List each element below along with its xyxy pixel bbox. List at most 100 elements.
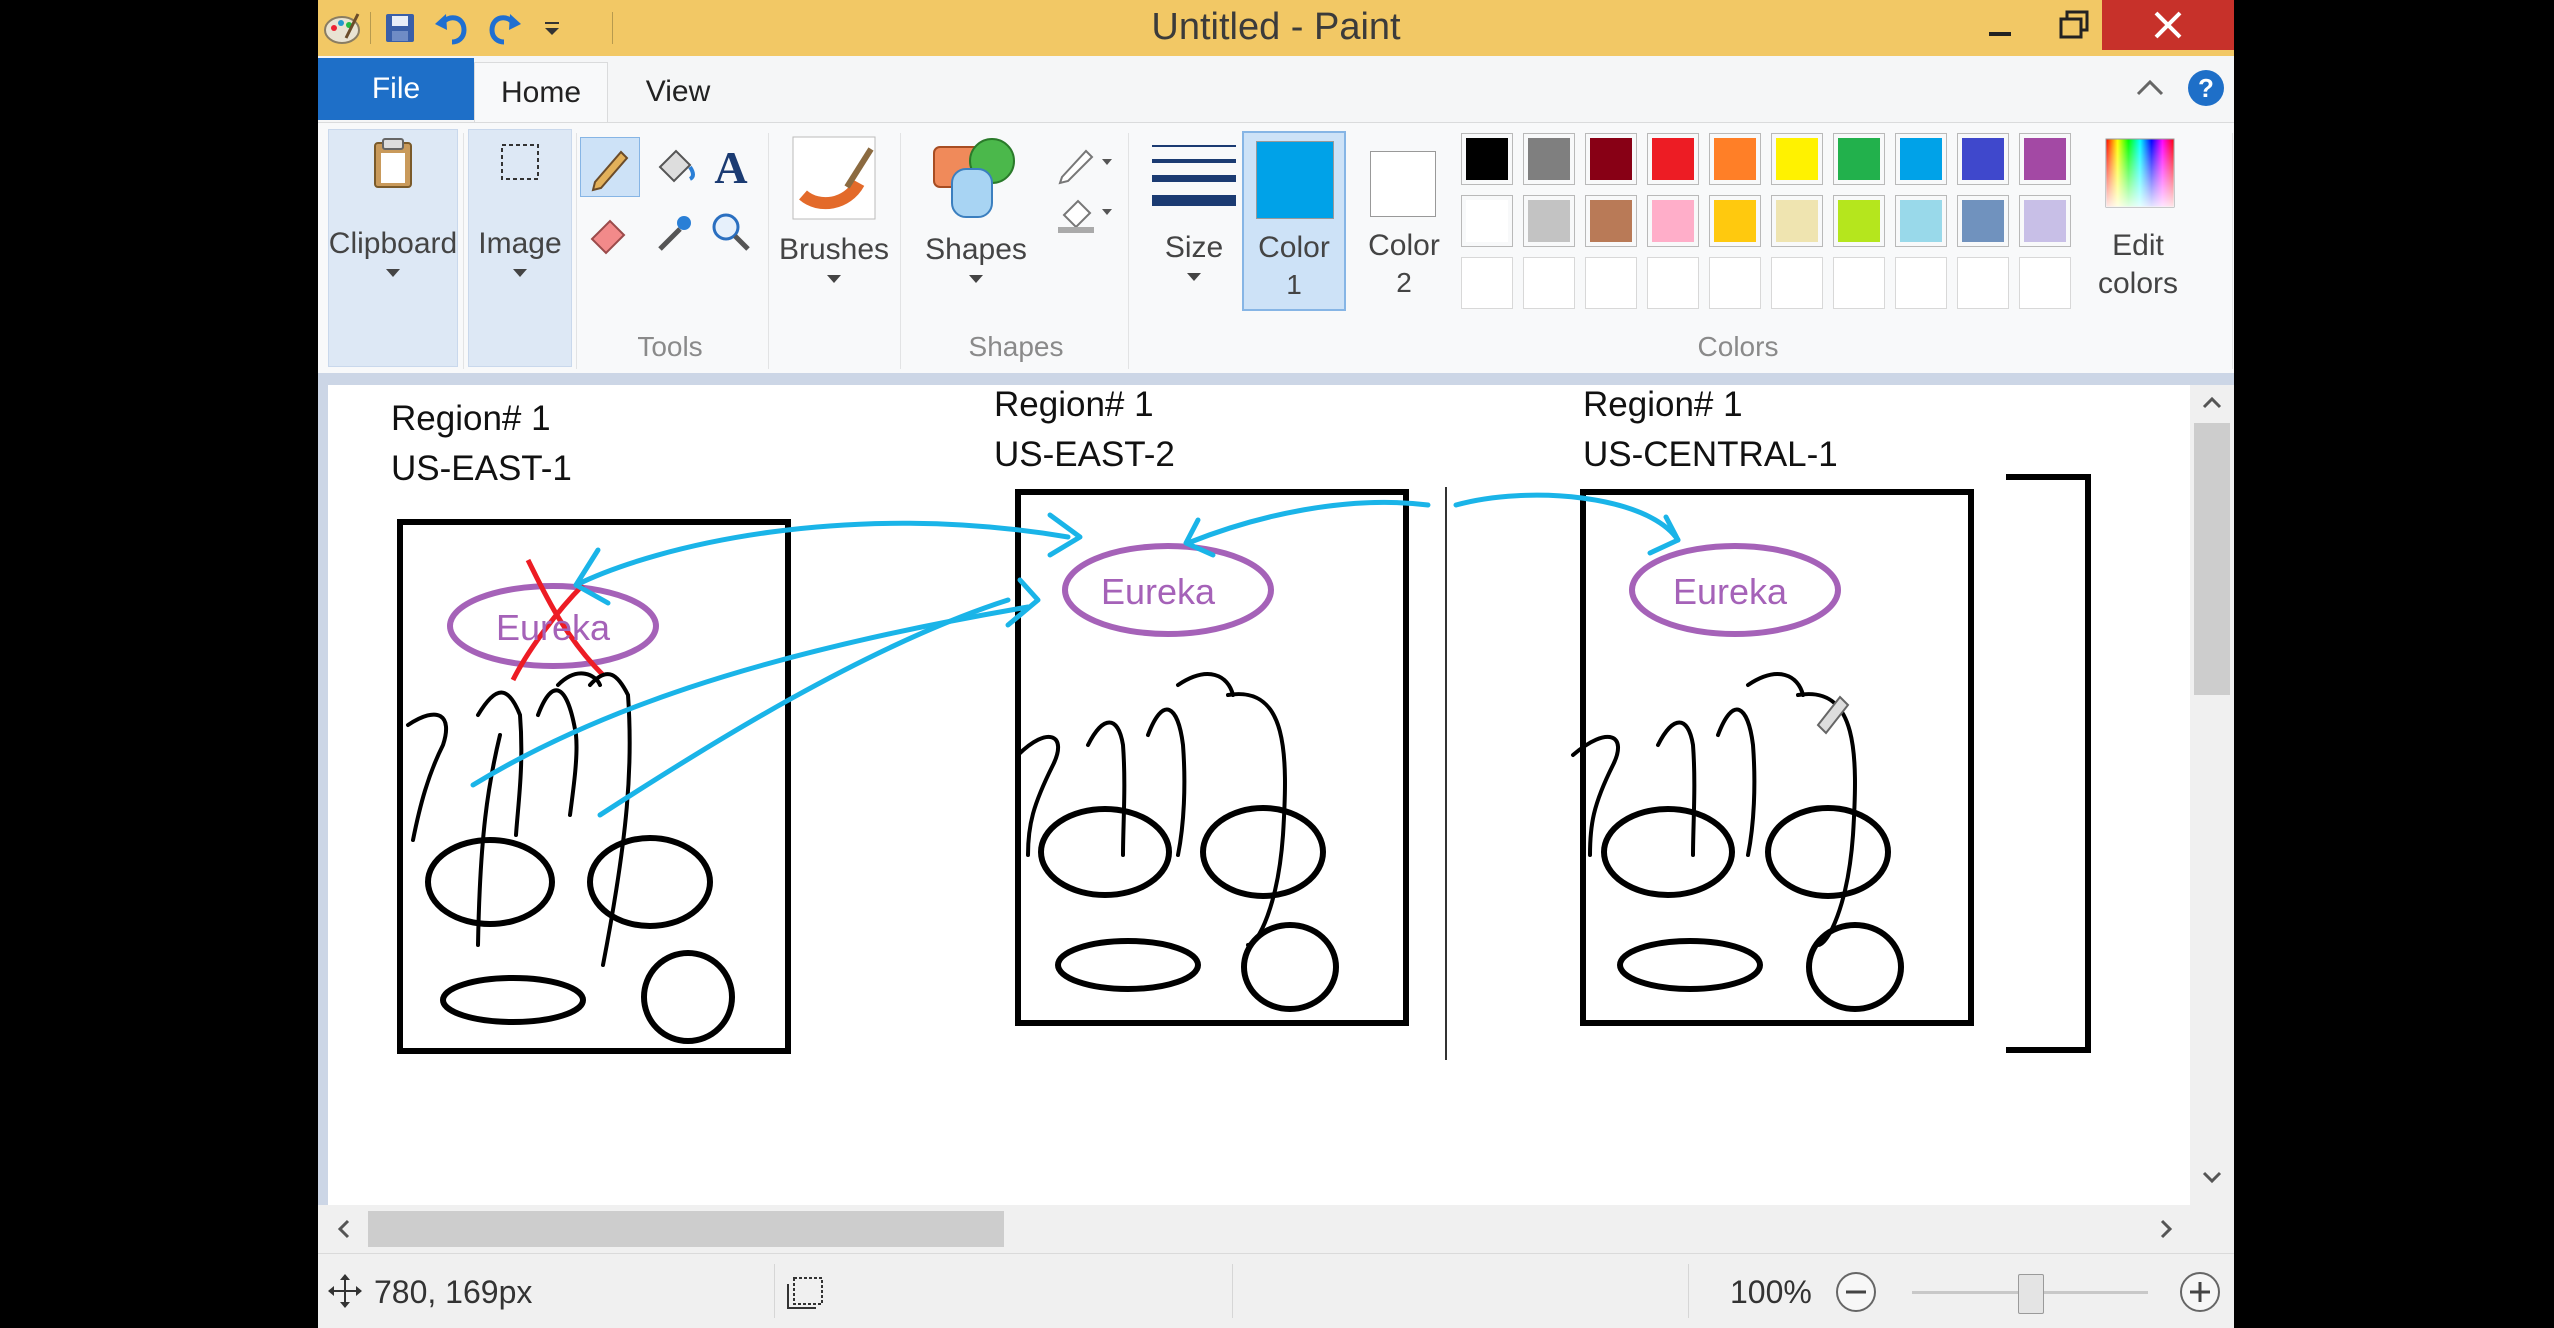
palette-swatch[interactable] — [1647, 133, 1699, 185]
palette-swatch[interactable] — [1833, 195, 1885, 247]
palette-empty-swatch[interactable] — [1895, 257, 1947, 309]
collapse-ribbon-icon[interactable] — [2132, 70, 2168, 111]
palette-swatch[interactable] — [1461, 133, 1513, 185]
edit-colors-label: Edit — [2112, 229, 2164, 262]
palette-empty-swatch[interactable] — [1585, 257, 1637, 309]
cursor-position: 780, 169px — [374, 1274, 533, 1310]
palette-swatch[interactable] — [1709, 133, 1761, 185]
service-oval — [1601, 806, 1735, 898]
fill-shape-button[interactable] — [1054, 191, 1114, 235]
text-tool[interactable]: A — [702, 137, 760, 195]
palette-swatch[interactable] — [1523, 195, 1575, 247]
scroll-down-icon[interactable] — [2200, 1165, 2224, 1189]
palette-swatch[interactable] — [2019, 133, 2071, 185]
service-oval — [1200, 805, 1326, 899]
palette-empty-swatch[interactable] — [1771, 257, 1823, 309]
swatch-fill — [1466, 138, 1508, 180]
scroll-left-icon[interactable] — [332, 1217, 356, 1241]
title-bar: Untitled - Paint — [318, 0, 2234, 56]
palette-swatch[interactable] — [1771, 195, 1823, 247]
scroll-corner — [2190, 1205, 2234, 1253]
horizontal-scroll-thumb[interactable] — [368, 1211, 1004, 1247]
palette-swatch[interactable] — [1585, 195, 1637, 247]
region2-zone: US-EAST-2 — [994, 435, 1175, 474]
palette-swatch[interactable] — [1461, 195, 1513, 247]
swatch-fill — [1962, 200, 2004, 242]
brushes-button[interactable]: Brushes — [774, 133, 894, 283]
scroll-right-icon[interactable] — [2154, 1217, 2178, 1241]
close-button[interactable] — [2102, 0, 2234, 50]
outline-button[interactable] — [1054, 141, 1114, 185]
eraser-tool[interactable] — [580, 203, 638, 261]
ink-stroke — [1086, 720, 1127, 857]
minimize-button[interactable] — [1964, 0, 2036, 50]
line-size-icon — [1152, 145, 1236, 206]
chevron-down-icon — [386, 269, 400, 277]
pencil-icon — [591, 150, 629, 192]
palette-empty-swatch[interactable] — [1523, 257, 1575, 309]
maximize-button[interactable] — [2038, 0, 2110, 50]
horizontal-scrollbar[interactable] — [318, 1205, 2190, 1253]
vertical-scrollbar[interactable] — [2190, 385, 2234, 1205]
color1-button[interactable]: Color 1 — [1242, 131, 1346, 311]
swatch-fill — [1714, 138, 1756, 180]
drawing-canvas[interactable]: Region# 1 US-EAST-1 Region# 1 US-EAST-2 … — [328, 385, 2190, 1205]
ink-stroke — [1176, 672, 1235, 697]
fill-tool[interactable] — [646, 137, 704, 195]
vertical-scroll-thumb[interactable] — [2194, 423, 2230, 695]
palette-swatch[interactable] — [1957, 195, 2009, 247]
region2-title: Region# 1 — [994, 385, 1154, 424]
swatch-fill — [1900, 138, 1942, 180]
ribbon-home: Clipboard Image A Tools Brushes Shapes S… — [318, 122, 2234, 374]
zoom-out-icon[interactable] — [1834, 1270, 1878, 1314]
palette-empty-swatch[interactable] — [1709, 257, 1761, 309]
color2-number: 2 — [1396, 267, 1412, 298]
magnifier-tool[interactable] — [702, 203, 760, 261]
replication-arrow — [1453, 492, 1681, 543]
palette-swatch[interactable] — [1895, 133, 1947, 185]
tab-home[interactable]: Home — [474, 62, 608, 123]
group-separator — [2232, 133, 2233, 369]
palette-swatch[interactable] — [1957, 133, 2009, 185]
shapes-button[interactable]: Shapes — [906, 133, 1046, 283]
palette-swatch[interactable] — [1833, 133, 1885, 185]
palette-swatch[interactable] — [2019, 195, 2071, 247]
palette-empty-swatch[interactable] — [1957, 257, 2009, 309]
edit-colors-label-2: colors — [2097, 267, 2179, 300]
service-oval — [1055, 938, 1201, 992]
image-button[interactable]: Image — [468, 135, 572, 277]
palette-swatch[interactable] — [1523, 133, 1575, 185]
palette-swatch[interactable] — [1585, 133, 1637, 185]
color2-button[interactable]: Color 2 — [1354, 131, 1454, 311]
palette-swatch[interactable] — [1895, 195, 1947, 247]
tab-file[interactable]: File — [318, 58, 474, 120]
svg-text:A: A — [714, 142, 747, 193]
clipboard-button[interactable]: Clipboard — [328, 135, 458, 277]
scroll-up-icon[interactable] — [2200, 391, 2224, 415]
palette-empty-swatch[interactable] — [1833, 257, 1885, 309]
cursor-position-icon — [328, 1274, 362, 1308]
size-button[interactable]: Size — [1134, 135, 1254, 281]
swatch-fill — [1776, 138, 1818, 180]
edit-colors-button[interactable]: Edit colors — [2088, 131, 2188, 311]
help-icon[interactable]: ? — [2186, 68, 2226, 113]
palette-empty-swatch[interactable] — [1647, 257, 1699, 309]
zoom-in-icon[interactable] — [2178, 1270, 2222, 1314]
pencil-tool[interactable] — [580, 137, 640, 197]
color-picker-tool[interactable] — [646, 203, 704, 261]
tab-view[interactable]: View — [618, 62, 738, 122]
zoom-slider-thumb[interactable] — [2018, 1274, 2044, 1314]
drawing-layer — [397, 474, 2091, 1060]
swatch-fill — [1528, 200, 1570, 242]
status-separator — [1688, 1264, 1689, 1318]
palette-swatch[interactable] — [1709, 195, 1761, 247]
swatch-fill — [1466, 200, 1508, 242]
service-oval — [425, 837, 555, 927]
palette-empty-swatch[interactable] — [2019, 257, 2071, 309]
chevron-down-icon — [513, 269, 527, 277]
palette-empty-swatch[interactable] — [1461, 257, 1513, 309]
palette-swatch[interactable] — [1647, 195, 1699, 247]
palette-swatch[interactable] — [1771, 133, 1823, 185]
shapes-group-label: Shapes — [968, 331, 1064, 362]
status-separator — [1232, 1264, 1233, 1318]
